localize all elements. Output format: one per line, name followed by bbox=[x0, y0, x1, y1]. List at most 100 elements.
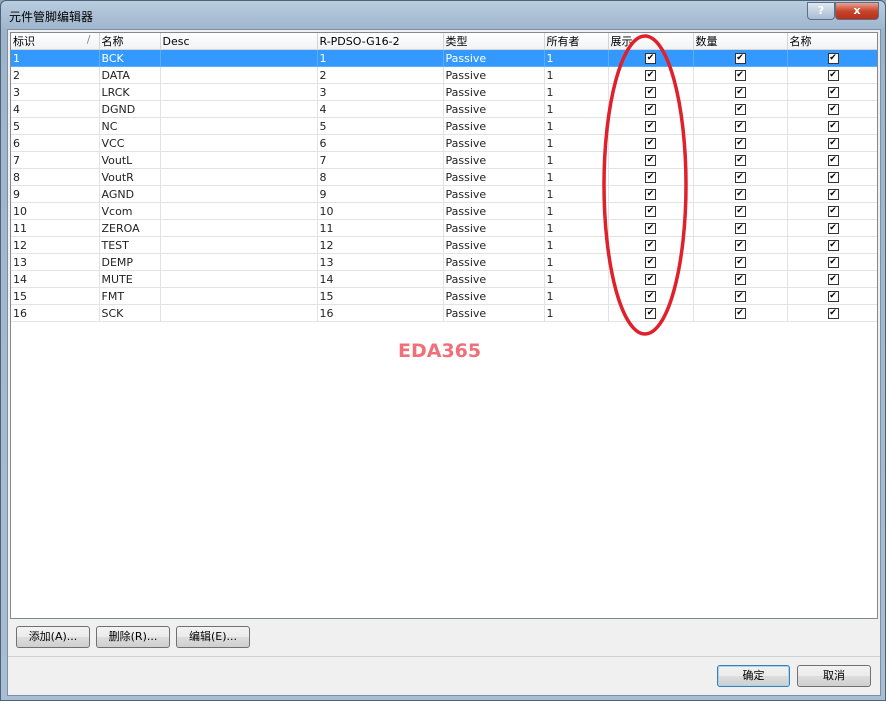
checkbox[interactable]: ✔ bbox=[645, 274, 656, 285]
table-row[interactable]: 10 Vcom 10 Passive 1 ✔ ✔ ✔ bbox=[11, 202, 877, 220]
delete-button[interactable]: 删除(R)... bbox=[96, 626, 170, 648]
table-row[interactable]: 5 NC 5 Passive 1 ✔ ✔ ✔ bbox=[11, 117, 877, 135]
checkbox[interactable]: ✔ bbox=[827, 223, 839, 234]
checkbox[interactable]: ✔ bbox=[734, 240, 746, 251]
checkbox-cell: ✔ bbox=[608, 185, 694, 203]
checkbox[interactable]: ✔ bbox=[734, 189, 746, 200]
checkbox[interactable]: ✔ bbox=[645, 104, 656, 115]
checkbox[interactable]: ✔ bbox=[827, 138, 839, 149]
table-row[interactable]: 13 DEMP 13 Passive 1 ✔ ✔ ✔ bbox=[11, 253, 877, 271]
checkbox[interactable]: ✔ bbox=[734, 121, 746, 132]
column-header[interactable]: 所有者 bbox=[544, 33, 609, 50]
close-button[interactable]: x bbox=[835, 2, 879, 20]
table-row[interactable]: 11 ZEROA 11 Passive 1 ✔ ✔ ✔ bbox=[11, 219, 877, 237]
checkbox[interactable]: ✔ bbox=[734, 87, 746, 98]
checkbox[interactable]: ✔ bbox=[734, 274, 746, 285]
checkbox[interactable]: ✔ bbox=[827, 70, 839, 81]
table-cell: Vcom bbox=[99, 202, 161, 220]
checkbox-cell: ✔ bbox=[608, 202, 694, 220]
checkbox[interactable]: ✔ bbox=[734, 206, 746, 217]
table-cell: 15 bbox=[11, 287, 100, 305]
checkbox[interactable]: ✔ bbox=[827, 274, 839, 285]
table-row[interactable]: 1 BCK 1 Passive 1 ✔ ✔ ✔ bbox=[11, 49, 877, 67]
checkbox[interactable]: ✔ bbox=[827, 104, 839, 115]
table-cell: MUTE bbox=[99, 270, 161, 288]
column-header[interactable]: 类型 bbox=[443, 33, 545, 50]
column-header[interactable]: 数量 bbox=[693, 33, 788, 50]
checkbox[interactable]: ✔ bbox=[645, 172, 656, 183]
checkbox[interactable]: ✔ bbox=[734, 155, 746, 166]
table-cell: DATA bbox=[99, 66, 161, 84]
checkbox[interactable]: ✔ bbox=[734, 172, 746, 183]
checkbox[interactable]: ✔ bbox=[827, 155, 839, 166]
checkbox[interactable]: ✔ bbox=[827, 121, 839, 132]
checkbox[interactable]: ✔ bbox=[734, 104, 746, 115]
ok-button[interactable]: 确定 bbox=[717, 665, 790, 687]
checkbox[interactable]: ✔ bbox=[734, 291, 746, 302]
table-row[interactable]: 12 TEST 12 Passive 1 ✔ ✔ ✔ bbox=[11, 236, 877, 254]
checkbox[interactable]: ✔ bbox=[645, 257, 656, 268]
table-row[interactable]: 16 SCK 16 Passive 1 ✔ ✔ ✔ bbox=[11, 304, 877, 322]
table-row[interactable]: 9 AGND 9 Passive 1 ✔ ✔ ✔ bbox=[11, 185, 877, 203]
checkbox-cell: ✔ bbox=[608, 304, 694, 322]
column-header[interactable]: Desc bbox=[160, 33, 318, 50]
checkbox[interactable]: ✔ bbox=[645, 308, 656, 319]
add-button[interactable]: 添加(A)... bbox=[16, 626, 90, 648]
checkbox[interactable]: ✔ bbox=[645, 223, 656, 234]
checkbox[interactable]: ✔ bbox=[827, 172, 839, 183]
column-header[interactable]: 名称 bbox=[99, 33, 161, 50]
checkbox[interactable]: ✔ bbox=[827, 189, 839, 200]
checkbox[interactable]: ✔ bbox=[734, 308, 746, 319]
table-cell: Passive bbox=[443, 151, 545, 169]
checkbox[interactable]: ✔ bbox=[734, 223, 746, 234]
checkbox[interactable]: ✔ bbox=[645, 121, 656, 132]
column-header[interactable]: 展示 bbox=[608, 33, 694, 50]
checkbox[interactable]: ✔ bbox=[827, 206, 839, 217]
checkbox[interactable]: ✔ bbox=[827, 291, 839, 302]
table-row[interactable]: 4 DGND 4 Passive 1 ✔ ✔ ✔ bbox=[11, 100, 877, 118]
checkbox[interactable]: ✔ bbox=[645, 87, 656, 98]
table-row[interactable]: 3 LRCK 3 Passive 1 ✔ ✔ ✔ bbox=[11, 83, 877, 101]
checkbox[interactable]: ✔ bbox=[827, 257, 839, 268]
table-cell: 1 bbox=[544, 134, 609, 152]
column-header-label: 类型 bbox=[445, 35, 468, 48]
divider bbox=[8, 656, 880, 657]
table-row[interactable]: 8 VoutR 8 Passive 1 ✔ ✔ ✔ bbox=[11, 168, 877, 186]
table-row[interactable]: 6 VCC 6 Passive 1 ✔ ✔ ✔ bbox=[11, 134, 877, 152]
help-button[interactable]: ? bbox=[807, 2, 835, 20]
checkbox[interactable]: ✔ bbox=[734, 53, 746, 64]
checkbox[interactable]: ✔ bbox=[645, 206, 656, 217]
table-row[interactable]: 14 MUTE 14 Passive 1 ✔ ✔ ✔ bbox=[11, 270, 877, 288]
checkbox[interactable]: ✔ bbox=[645, 138, 656, 149]
checkbox[interactable]: ✔ bbox=[645, 70, 656, 81]
checkbox[interactable]: ✔ bbox=[827, 87, 839, 98]
checkbox[interactable]: ✔ bbox=[827, 240, 839, 251]
table-row[interactable]: 15 FMT 15 Passive 1 ✔ ✔ ✔ bbox=[11, 287, 877, 305]
checkbox[interactable]: ✔ bbox=[827, 53, 839, 64]
checkbox-cell: ✔ bbox=[608, 66, 694, 84]
table-row[interactable]: 2 DATA 2 Passive 1 ✔ ✔ ✔ bbox=[11, 66, 877, 84]
checkbox[interactable]: ✔ bbox=[827, 308, 839, 319]
checkbox[interactable]: ✔ bbox=[734, 138, 746, 149]
table-cell: AGND bbox=[99, 185, 161, 203]
table-cell: 2 bbox=[317, 66, 444, 84]
edit-button[interactable]: 编辑(E)... bbox=[176, 626, 250, 648]
cancel-button[interactable]: 取消 bbox=[797, 665, 871, 687]
checkbox-cell: ✔ bbox=[608, 287, 694, 305]
table-cell: VoutR bbox=[99, 168, 161, 186]
checkbox[interactable]: ✔ bbox=[734, 70, 746, 81]
checkbox-cell: ✔ bbox=[693, 151, 788, 169]
table-row[interactable]: 7 VoutL 7 Passive 1 ✔ ✔ ✔ bbox=[11, 151, 877, 169]
checkbox[interactable]: ✔ bbox=[645, 240, 656, 251]
column-header[interactable]: 标识 / bbox=[11, 33, 100, 50]
table-cell: 1 bbox=[544, 287, 609, 305]
table-cell: 1 bbox=[544, 117, 609, 135]
checkbox[interactable]: ✔ bbox=[734, 257, 746, 268]
checkbox[interactable]: ✔ bbox=[645, 189, 656, 200]
checkbox[interactable]: ✔ bbox=[645, 155, 656, 166]
checkbox[interactable]: ✔ bbox=[645, 53, 656, 64]
column-header[interactable]: R-PDSO-G16-2 bbox=[317, 33, 444, 50]
checkbox-cell: ✔ bbox=[608, 219, 694, 237]
column-header[interactable]: 名称 bbox=[787, 33, 877, 50]
checkbox[interactable]: ✔ bbox=[645, 291, 656, 302]
